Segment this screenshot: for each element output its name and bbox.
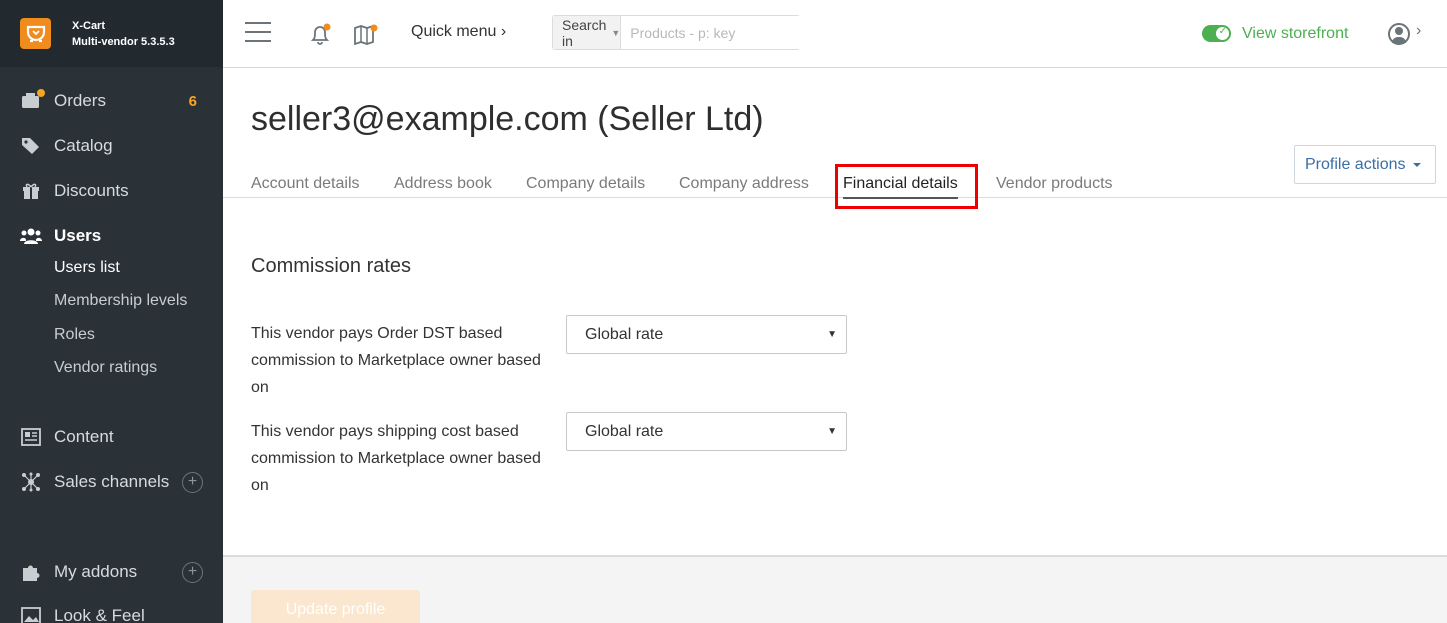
bell-icon[interactable] bbox=[308, 22, 332, 46]
order-dst-commission-select[interactable]: Global rate ▼ bbox=[566, 315, 847, 354]
add-addon-icon[interactable]: + bbox=[182, 561, 203, 583]
newspaper-icon bbox=[20, 426, 42, 448]
orders-count-badge: 6 bbox=[188, 92, 197, 110]
users-icon bbox=[20, 225, 42, 247]
tab-address-book[interactable]: Address book bbox=[394, 175, 492, 193]
user-avatar-icon[interactable] bbox=[1388, 23, 1410, 45]
select-value: Global rate bbox=[585, 325, 664, 343]
top-header: Quick menu › Search in ▼ ✓ View storefro… bbox=[223, 0, 1447, 68]
sidebar-subitem-vendor-ratings[interactable]: Vendor ratings bbox=[54, 359, 157, 377]
sidebar-item-label: Discounts bbox=[54, 181, 129, 200]
map-marker-icon[interactable] bbox=[353, 22, 379, 46]
caret-down-icon: ▼ bbox=[827, 426, 837, 437]
tab-vendor-products[interactable]: Vendor products bbox=[996, 175, 1113, 193]
sidebar-item-catalog[interactable]: Catalog bbox=[0, 131, 223, 161]
orders-icon bbox=[20, 89, 45, 112]
update-profile-button[interactable]: Update profile bbox=[251, 590, 420, 623]
brand[interactable]: X-Cart Multi-vendor 5.3.5.3 bbox=[0, 0, 223, 67]
sidebar-item-label: Sales channels bbox=[54, 472, 170, 491]
sidebar-subitem-users-list[interactable]: Users list bbox=[54, 259, 120, 277]
gift-icon bbox=[20, 180, 42, 202]
search-in-dropdown[interactable]: Search in ▼ bbox=[553, 16, 622, 49]
page-title: seller3@example.com (Seller Ltd) bbox=[251, 100, 764, 138]
brand-name: X-Cart bbox=[72, 19, 106, 32]
chevron-right-icon[interactable]: › bbox=[1416, 22, 1421, 40]
sidebar-item-content[interactable]: Content bbox=[0, 422, 223, 452]
add-sales-channel-icon[interactable]: + bbox=[182, 471, 203, 493]
sidebar-item-label: Look & Feel bbox=[54, 606, 145, 623]
view-storefront-link[interactable]: View storefront bbox=[1242, 25, 1348, 43]
sidebar-item-label: Catalog bbox=[54, 136, 113, 155]
tags-icon bbox=[20, 135, 42, 157]
sidebar-item-users[interactable]: Users bbox=[0, 221, 223, 251]
select-value: Global rate bbox=[585, 422, 664, 440]
storefront-toggle[interactable]: ✓ bbox=[1202, 25, 1231, 42]
sidebar-item-label: Content bbox=[54, 427, 114, 446]
shipping-commission-label: This vendor pays shipping cost based com… bbox=[251, 423, 541, 494]
hamburger-menu-icon[interactable] bbox=[245, 22, 271, 44]
tab-company-address[interactable]: Company address bbox=[679, 175, 809, 193]
sidebar-item-sales-channels[interactable]: Sales channels + bbox=[0, 467, 223, 497]
order-dst-commission-label: This vendor pays Order DST based commiss… bbox=[251, 325, 541, 396]
search-in-label: Search in bbox=[562, 16, 607, 49]
xcart-logo-icon bbox=[20, 18, 51, 49]
sidebar: X-Cart Multi-vendor 5.3.5.3 Orders 6 Cat… bbox=[0, 0, 223, 623]
commission-rates-heading: Commission rates bbox=[251, 255, 412, 277]
sidebar-item-discounts[interactable]: Discounts bbox=[0, 176, 223, 206]
sidebar-item-my-addons[interactable]: My addons + bbox=[0, 557, 223, 587]
brand-version: Multi-vendor 5.3.5.3 bbox=[72, 35, 175, 48]
image-icon bbox=[20, 605, 42, 623]
search-input[interactable] bbox=[621, 16, 812, 49]
shipping-commission-select[interactable]: Global rate ▼ bbox=[566, 412, 847, 451]
network-icon bbox=[20, 471, 42, 493]
sidebar-subitem-roles[interactable]: Roles bbox=[54, 326, 95, 344]
tab-company-details[interactable]: Company details bbox=[526, 175, 645, 193]
puzzle-icon bbox=[20, 561, 42, 583]
sidebar-item-orders[interactable]: Orders 6 bbox=[0, 86, 223, 116]
search-bar: Search in ▼ bbox=[552, 15, 812, 50]
sidebar-subitem-membership-levels[interactable]: Membership levels bbox=[54, 292, 187, 310]
sidebar-item-look-and-feel[interactable]: Look & Feel bbox=[0, 601, 223, 623]
orders-notification-dot bbox=[37, 89, 45, 97]
sidebar-item-label: My addons bbox=[54, 562, 138, 581]
tab-account-details[interactable]: Account details bbox=[251, 175, 360, 193]
caret-down-icon: ▼ bbox=[611, 27, 621, 38]
caret-down-icon: ▼ bbox=[827, 329, 837, 340]
quick-menu-button[interactable]: Quick menu › bbox=[411, 23, 506, 41]
sidebar-item-label: Orders bbox=[54, 91, 106, 110]
sidebar-item-label: Users bbox=[54, 226, 102, 245]
check-icon: ✓ bbox=[1218, 26, 1227, 37]
active-tab-highlight-box bbox=[835, 164, 978, 209]
